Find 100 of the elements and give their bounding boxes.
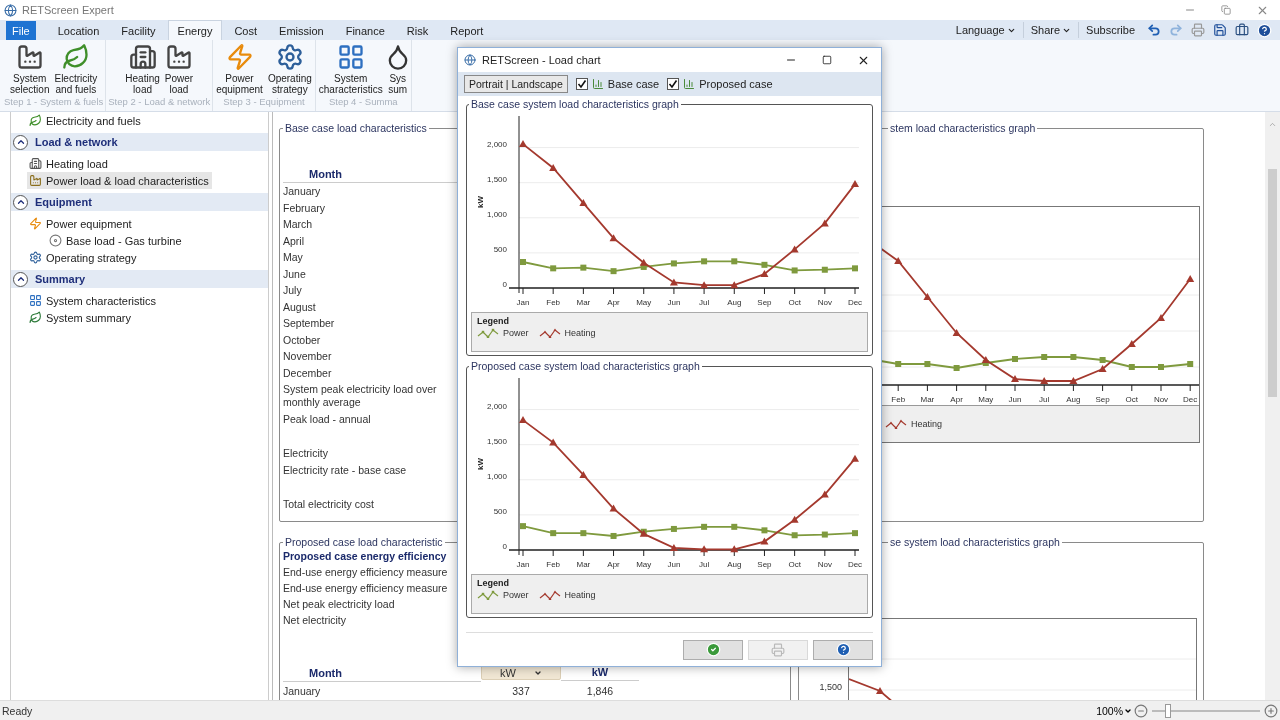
tick-label: 1,500: [486, 174, 507, 184]
menu-tab[interactable]: Emission: [269, 20, 334, 40]
checkbox-label: Base case: [607, 78, 660, 90]
tick-label: Mar: [576, 560, 591, 569]
row-label: March: [283, 217, 314, 232]
tick-label: Jun: [1008, 395, 1022, 404]
row-label: October: [283, 332, 322, 348]
tick-label: Apr: [607, 298, 620, 307]
nav-item[interactable]: Heating load: [27, 155, 111, 172]
tick-label: Sep: [757, 560, 772, 569]
tick-label: Nov: [1153, 395, 1169, 404]
row-label: Peak load - annual: [283, 411, 372, 427]
tick-label: Feb: [546, 298, 561, 307]
tick-label: 1,000: [486, 471, 507, 481]
section-header[interactable]: Summary: [11, 270, 268, 288]
dropdown-button[interactable]: Share: [1023, 22, 1080, 38]
ribbon-button[interactable]: Sys sum: [386, 43, 409, 96]
ribbon-button[interactable]: System characteristics: [317, 43, 384, 96]
nav-item[interactable]: Base load - Gas turbine: [47, 232, 185, 249]
ribbon-button[interactable]: Power load: [163, 43, 195, 96]
menu-tab[interactable]: Risk: [396, 20, 439, 40]
row-label: Net peak electricity load: [283, 596, 396, 612]
tick-label: Dec: [847, 298, 863, 307]
graph-title: Proposed case system load characteristics graph: [470, 360, 701, 372]
tick-label: Aug: [727, 298, 742, 307]
panel-title: stem load characteristics graph: [889, 122, 1037, 134]
tick-label: Jan: [516, 560, 530, 569]
axis-title: kW: [476, 196, 485, 208]
tick-label: Feb: [891, 395, 906, 404]
row-label: Electricity rate - base case: [283, 462, 408, 478]
nav-item[interactable]: Power equipment: [27, 215, 135, 232]
panel-title: se system load characteristics graph: [889, 536, 1061, 548]
layout-toggle-button[interactable]: Portrait | Landscape: [464, 75, 568, 93]
section-header[interactable]: Equipment: [11, 193, 268, 211]
panel-title: Base case load characteristics: [284, 122, 428, 134]
window-title: RETScreen Expert: [22, 4, 114, 16]
column-header: Month: [309, 665, 342, 681]
menu-tab[interactable]: Cost: [224, 20, 268, 40]
tick-label: Nov: [817, 560, 832, 569]
tick-label: 1,000: [486, 209, 507, 219]
ribbon-group-label: Step 3 - Equipment: [222, 96, 306, 109]
legend-label: Heating: [564, 590, 596, 600]
legend-label: Power: [503, 328, 529, 338]
axis-title: kW: [476, 458, 485, 470]
nav-item[interactable]: System characteristics: [27, 292, 160, 309]
row-label: January: [283, 184, 322, 199]
tick-label: 1,500: [486, 436, 507, 446]
tick-label: May: [636, 298, 652, 307]
file-menu-button[interactable]: File: [6, 20, 36, 40]
section-header[interactable]: Load & network: [11, 133, 268, 151]
panel-title: Proposed case load characteristic: [284, 536, 444, 548]
tick-label: May: [978, 395, 994, 404]
row-label: Total electricity cost: [283, 497, 376, 512]
legend-label: Heating: [564, 328, 596, 338]
tick-label: Jan: [516, 298, 530, 307]
ribbon-button[interactable]: Operating strategy: [266, 43, 313, 96]
tick-label: 500: [493, 244, 507, 254]
row-label: September: [283, 316, 336, 331]
menu-tab[interactable]: Report: [440, 20, 494, 40]
tick-label: Dec: [847, 560, 863, 569]
row-label: Net electricity: [283, 612, 347, 628]
nav-item[interactable]: System summary: [27, 309, 134, 326]
ribbon-button[interactable]: Electricity and fuels: [53, 43, 99, 96]
ribbon-group-label: Step 4 - Summa: [327, 96, 399, 109]
link[interactable]: Subscribe: [1079, 22, 1143, 38]
row-label: April: [283, 233, 305, 249]
tick-label: 500: [493, 506, 507, 516]
tick-label: Aug: [727, 560, 742, 569]
menu-tab[interactable]: Facility: [111, 20, 166, 40]
table-cell-text: 337: [511, 683, 531, 699]
nav-item[interactable]: Operating strategy: [27, 249, 140, 266]
ribbon-group-label: Step 2 - Load & network: [108, 96, 211, 109]
menu-tab[interactable]: Location: [47, 20, 110, 40]
legend-label: Power: [503, 590, 529, 600]
tick-label: Aug: [1066, 395, 1081, 404]
section-heading: Proposed case energy efficiency: [283, 548, 448, 564]
ribbon-button[interactable]: System selection: [9, 43, 51, 96]
nav-item[interactable]: Electricity and fuels: [27, 112, 144, 129]
table-cell-text: January: [283, 683, 322, 699]
tick-label: Mar: [576, 298, 591, 307]
ribbon-button[interactable]: Power equipment: [215, 43, 264, 96]
row-label: November: [283, 349, 333, 364]
nav-item[interactable]: Power load & load characteristics: [27, 172, 212, 189]
menu-tab[interactable]: Energy: [167, 20, 223, 40]
tick-label: Oct: [1125, 395, 1139, 404]
tick-label: Sep: [757, 298, 772, 307]
dialog-title: RETScreen - Load chart: [482, 54, 601, 66]
row-label: December: [283, 365, 333, 381]
legend-title: Legend: [477, 316, 510, 326]
ribbon-button[interactable]: Heating load: [124, 43, 161, 96]
tick-label: 2,000: [486, 139, 507, 149]
checkbox-label: Proposed case: [699, 78, 773, 90]
tick-label: Jun: [667, 560, 681, 569]
row-label: System peak electricity load over monthly average: [283, 382, 438, 410]
menu-tab[interactable]: Finance: [335, 20, 395, 40]
zoom-dropdown[interactable]: 100%: [1094, 704, 1134, 717]
row-label: August: [283, 299, 317, 315]
status-text: Ready: [2, 704, 33, 717]
dropdown-button[interactable]: Language: [948, 22, 1024, 38]
tick-label: Apr: [950, 395, 963, 404]
